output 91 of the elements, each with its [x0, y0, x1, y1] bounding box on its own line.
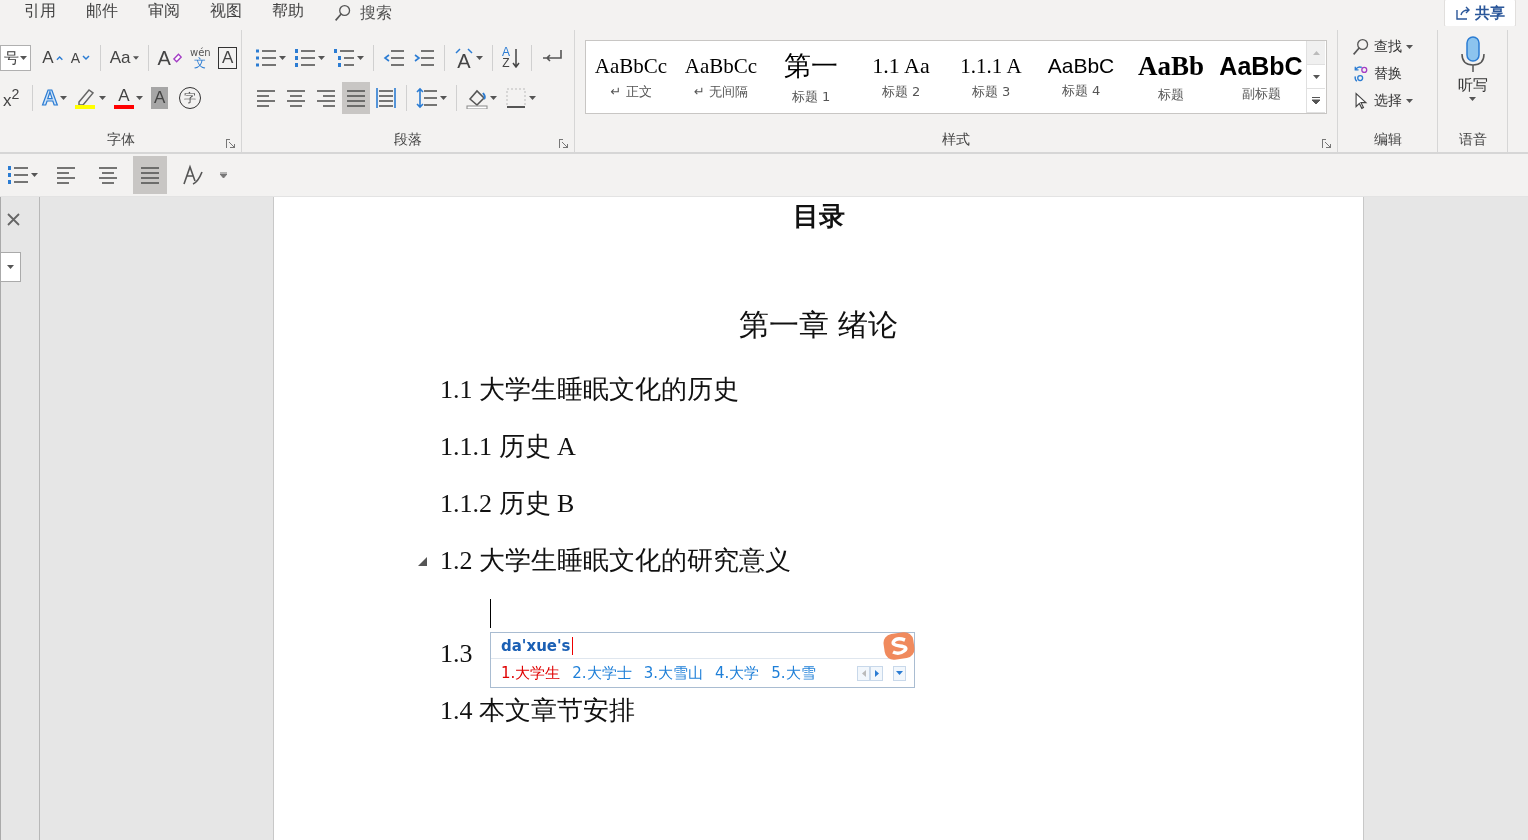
numbered-list-icon: [7, 164, 29, 186]
collapse-icon[interactable]: [418, 557, 427, 566]
dialog-launcher-icon[interactable]: [1322, 139, 1331, 148]
paint-bucket-icon: [466, 87, 488, 109]
fontcolor-button[interactable]: A: [110, 82, 146, 114]
sort-button[interactable]: A Z: [499, 42, 525, 74]
dialog-launcher-icon[interactable]: [226, 139, 235, 148]
search-icon: [334, 4, 352, 22]
cursor-icon: [1352, 92, 1370, 110]
menu-tab[interactable]: 审阅: [148, 0, 194, 26]
toc-heading: 1.2 大学生睡眠文化的研究意义: [440, 545, 791, 577]
text-button[interactable]: Aa: [106, 42, 142, 74]
group-label: 字体: [106, 131, 135, 149]
align-left-icon: [55, 164, 77, 186]
ime-candidate[interactable]: 3.大雪山: [643, 663, 703, 683]
bullet-list-icon: [255, 47, 277, 69]
group-label: 编辑: [1373, 131, 1402, 149]
search-icon: [1352, 38, 1370, 56]
select-button[interactable]: 选择: [1346, 88, 1437, 114]
justify-button[interactable]: [342, 82, 370, 114]
line-spacing-icon: [416, 87, 438, 109]
ime-candidate[interactable]: 5.大雪: [771, 663, 816, 683]
borders-icon: [505, 87, 527, 109]
align-center-icon: [285, 87, 307, 109]
shaded-button[interactable]: A: [147, 82, 174, 114]
menu-tab[interactable]: 引用: [24, 0, 70, 26]
highlighter-icon: [74, 86, 97, 110]
down-arrow-icon: [512, 48, 520, 68]
caret-icon: [896, 671, 903, 675]
menu-tab[interactable]: 帮助: [272, 0, 318, 26]
caret-up-icon: [1312, 50, 1320, 55]
toc-title: 目录: [792, 201, 845, 231]
caret-icon: [220, 172, 227, 178]
eraser-icon: [172, 53, 182, 63]
arrows-icon: [454, 48, 474, 54]
pen-icon: [181, 164, 203, 186]
caret-icon: [55, 55, 63, 61]
caret-icon: [82, 55, 91, 61]
indent-icon: [413, 47, 435, 69]
toc-heading: 1.1.2 历史 B: [440, 488, 575, 520]
menu-tab[interactable]: 邮件: [86, 0, 132, 26]
distributed-icon: [375, 87, 397, 109]
caret-icon: [7, 265, 14, 269]
ime-candidate[interactable]: 1.大学生: [501, 663, 561, 683]
more-icon: [1312, 97, 1320, 104]
group-label: 段落: [394, 131, 422, 149]
toc-heading: 1.1.1 历史 A: [440, 431, 576, 463]
numbered-list-icon: [294, 47, 316, 69]
justify-icon: [345, 87, 367, 109]
align-center-icon: [97, 164, 119, 186]
toc-heading: 1.3: [440, 638, 473, 670]
font-size-field[interactable]: 号: [0, 45, 32, 71]
group-label: 样式: [942, 131, 970, 149]
right-arrow-icon: [874, 669, 879, 677]
toc-heading: 1.4 本文章节安排: [440, 695, 635, 727]
left-arrow-icon: [861, 669, 866, 677]
dialog-launcher-icon[interactable]: [559, 139, 568, 148]
text-button[interactable]: x$^{2}$: [0, 82, 26, 114]
align-right-icon: [315, 87, 337, 109]
replace-button[interactable]: 替换: [1346, 61, 1437, 87]
expand-button[interactable]: [893, 665, 906, 681]
dictate-button[interactable]: 听写: [1457, 36, 1488, 101]
ime-input-text: da'xue's: [501, 636, 573, 655]
search-field[interactable]: 搜索: [334, 2, 392, 24]
share-icon: [1455, 5, 1471, 21]
clear-button[interactable]: A: [154, 42, 185, 74]
microphone-icon: [1458, 36, 1487, 74]
justify-button[interactable]: [133, 156, 167, 194]
caret-icon: [20, 56, 28, 60]
direction-button[interactable]: A: [451, 42, 486, 74]
caret-icon: [1469, 97, 1476, 101]
find-button[interactable]: 查找: [1346, 34, 1437, 60]
chapter-heading: 第一章 绪论: [738, 307, 899, 342]
ime-candidate[interactable]: 4.大学: [714, 663, 760, 683]
menu-tab[interactable]: 视图: [210, 0, 256, 26]
shrink-button[interactable]: A: [67, 42, 94, 74]
ime-candidate[interactable]: 2.大学士: [572, 663, 632, 683]
toc-heading: 1.1 大学生睡眠文化的历史: [440, 374, 739, 406]
grow-button[interactable]: A: [39, 42, 66, 74]
phonetic-button[interactable]: wén 文: [187, 42, 213, 74]
share-button[interactable]: 共享: [1444, 0, 1516, 27]
justify-icon: [139, 164, 161, 186]
group-label: 语音: [1458, 131, 1487, 149]
align-left-icon: [255, 87, 277, 109]
replace-icon: [1352, 65, 1370, 83]
multilevel-list-icon: [333, 47, 355, 69]
next-page-button[interactable]: [870, 665, 883, 681]
caret-icon: [1312, 74, 1320, 79]
close-icon: [7, 213, 20, 226]
outdent-icon: [383, 47, 405, 69]
dropdown-button[interactable]: [1, 252, 21, 282]
